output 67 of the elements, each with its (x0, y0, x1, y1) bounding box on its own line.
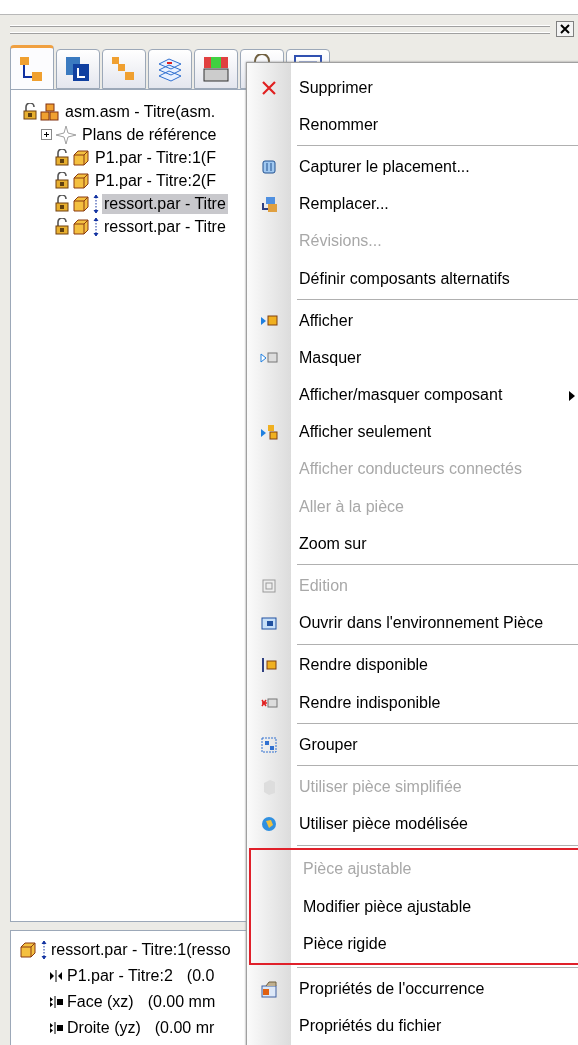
menu-item[interactable]: Ouvrir dans l'environnement Pièce (247, 604, 578, 642)
menu-item[interactable]: Afficher seulement (247, 413, 578, 451)
tree-item[interactable]: P1.par - Titre:1(F (93, 147, 218, 168)
tree-item[interactable]: Plans de référence (80, 124, 219, 145)
part-cube-icon (19, 941, 37, 959)
group-icon (260, 735, 278, 754)
padlock-icon (55, 149, 69, 166)
tree-item[interactable]: P1.par - Titre:2(F (93, 170, 218, 191)
menu-item[interactable]: Utiliser pièce modélisée (247, 805, 578, 843)
panel-tab[interactable] (56, 49, 100, 89)
menu-item[interactable]: Renommer (247, 106, 578, 144)
show-only-icon (260, 423, 278, 442)
edit-icon (260, 577, 278, 596)
properties-icon (260, 979, 278, 998)
menu-item[interactable]: Masquer (247, 339, 578, 377)
tree-item[interactable]: ressort.par - Titre (102, 193, 228, 214)
close-icon (560, 24, 570, 34)
menu-item[interactable]: Rendre disponible (247, 646, 578, 684)
constraint-label: P1.par - Titre:2 (67, 967, 173, 985)
tree-item[interactable]: ressort.par - Titre (102, 216, 228, 237)
menu-item[interactable]: Définir composants alternatifs (247, 259, 578, 298)
menu-item[interactable]: Supprimer (247, 69, 578, 107)
align-constraint-icon (49, 1022, 63, 1034)
constraint-label: Face (xz) (67, 993, 134, 1011)
close-icon (260, 78, 278, 97)
panel-tab[interactable] (10, 45, 54, 89)
menu-item[interactable]: Capturer le placement... (247, 148, 578, 186)
capture-icon (260, 157, 278, 176)
spring-icon (41, 940, 47, 960)
part-cube-icon (72, 194, 90, 213)
menu-item[interactable]: Remplacer... (247, 185, 578, 223)
menu-item[interactable]: Grouper (247, 726, 578, 764)
panel-grip[interactable] (10, 25, 550, 33)
close-button[interactable] (556, 21, 574, 37)
menu-item[interactable]: Propriétés du fichier (247, 1007, 578, 1045)
open-window-icon (260, 614, 278, 633)
replace-icon (260, 195, 278, 214)
menu-item[interactable]: Modifier pièce ajustable (251, 887, 578, 926)
align-constraint-icon (49, 996, 63, 1008)
mate-constraint-icon (49, 970, 63, 982)
menu-item[interactable]: Propriétés de l'occurrence (247, 970, 578, 1008)
part-cube-icon (72, 171, 90, 190)
constraint-value: (0.00 mm (147, 993, 216, 1011)
padlock-icon (23, 103, 37, 120)
spring-icon (93, 193, 99, 214)
menu-item[interactable]: Pièce rigide (251, 925, 578, 963)
enable-icon (260, 656, 278, 675)
padlock-icon (55, 172, 69, 189)
planes-icon (55, 124, 77, 145)
constraint-value: (0.00 mr (154, 1019, 215, 1037)
padlock-icon (55, 218, 69, 235)
padlock-icon (55, 195, 69, 212)
details-header: ressort.par - Titre:1(resso (51, 941, 231, 959)
tab-icon (201, 54, 231, 84)
spring-icon (93, 216, 99, 237)
assembly-icon (40, 102, 60, 121)
menu-item[interactable]: Rendre indisponible (247, 684, 578, 722)
menu-item[interactable]: Afficher (247, 302, 578, 340)
modeled-part-icon (260, 815, 278, 834)
expand-toggle[interactable] (41, 129, 52, 140)
menu-item[interactable]: Zoom sur (247, 525, 578, 563)
constraint-label: Droite (yz) (67, 1019, 141, 1037)
part-cube-icon (72, 217, 90, 236)
part-cube-icon (72, 148, 90, 167)
constraint-value: (0.0 (186, 967, 215, 985)
menu-item[interactable]: Afficher/masquer composant (247, 376, 578, 414)
tree-item[interactable]: asm.asm - Titre(asm. (63, 101, 218, 122)
